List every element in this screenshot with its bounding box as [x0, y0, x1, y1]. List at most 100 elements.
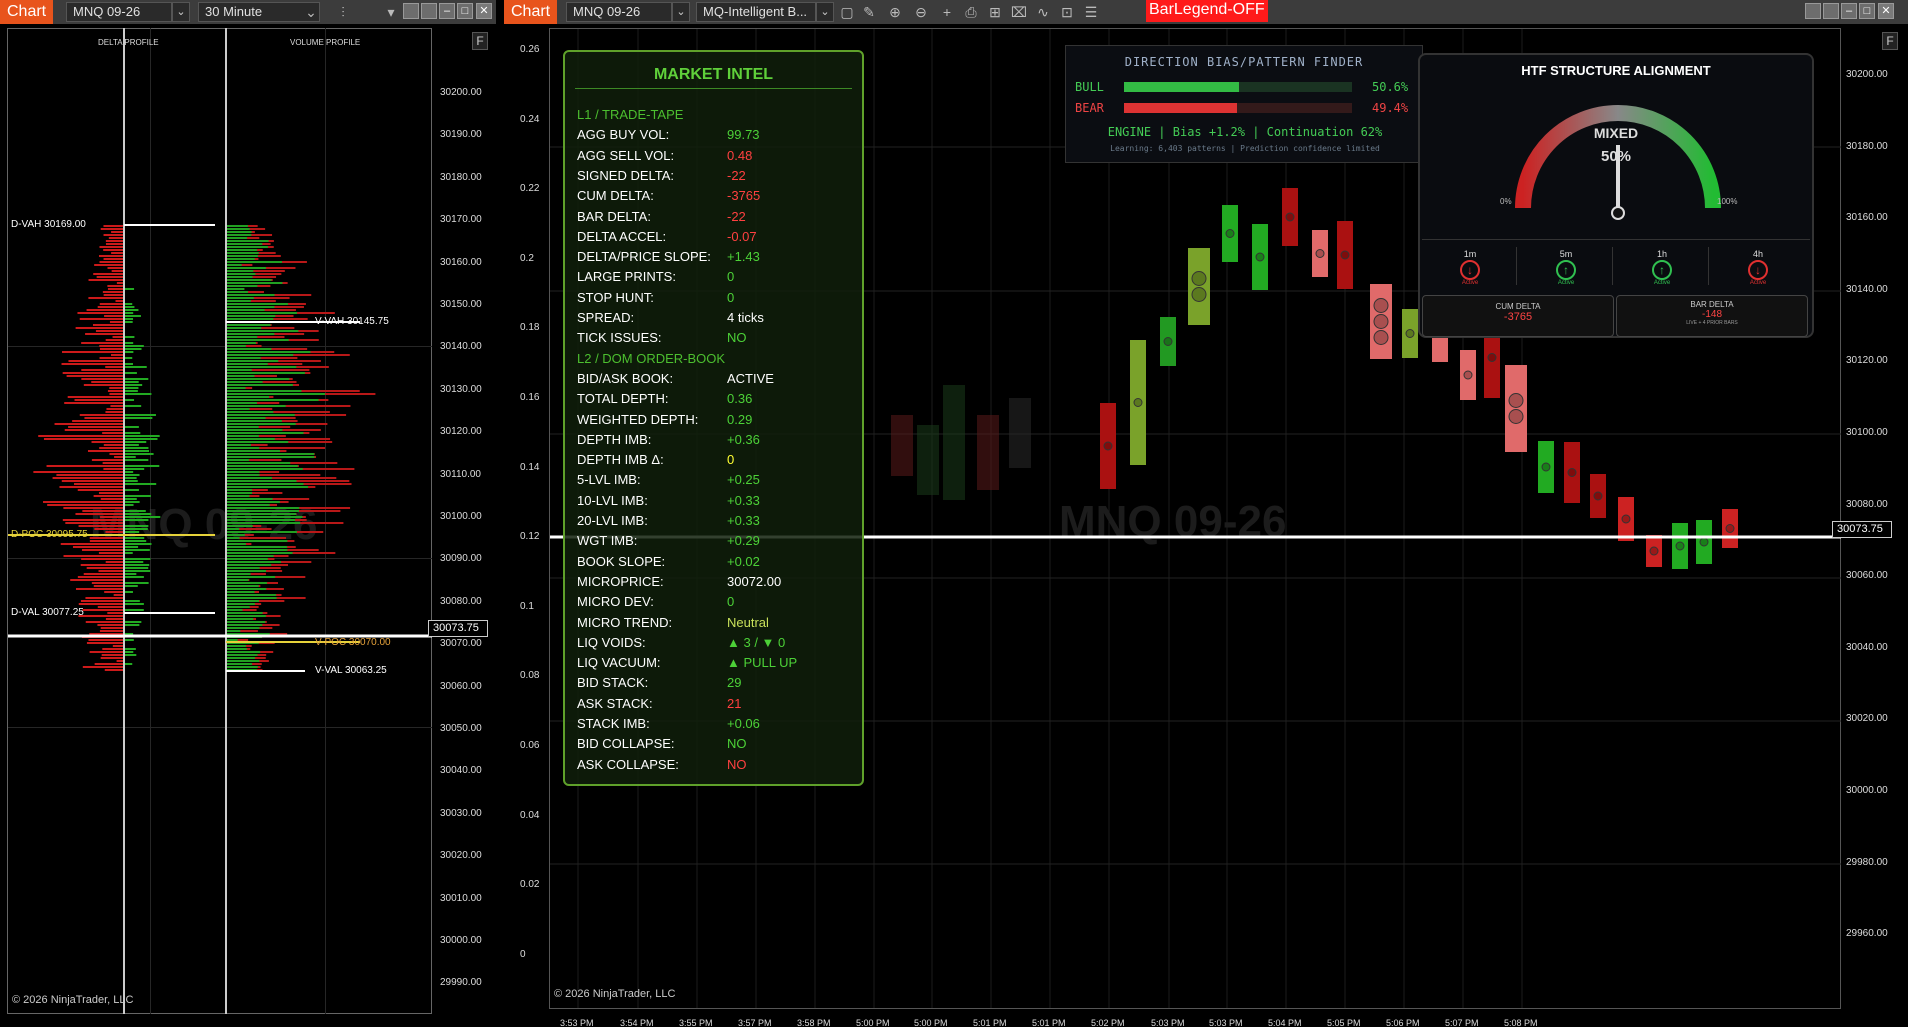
intel-value: Neutral: [727, 614, 769, 630]
delta-bar-neg: [72, 546, 124, 548]
bull-bar-track: [1124, 82, 1352, 92]
delta-bar-neg: [111, 231, 124, 233]
candle-marker: [1649, 546, 1659, 556]
delta-bar-neg: [109, 321, 124, 323]
candle-marker: [1675, 541, 1685, 551]
intel-row: BID COLLAPSE: NO: [577, 736, 747, 751]
intel-value: +1.43: [727, 249, 760, 265]
delta-bar-neg: [68, 360, 124, 362]
volume-bar-buy: [226, 315, 276, 317]
delta-bar-pos: [124, 582, 149, 584]
timeframe-1m: 1m ↓ Active: [1440, 249, 1500, 286]
gauge-value: 50%: [1600, 148, 1632, 165]
volume-bar-buy: [226, 402, 257, 404]
intel-value: 0.48: [727, 147, 753, 163]
volume-bar-buy: [226, 486, 309, 488]
delta-bar-neg: [104, 591, 124, 593]
price-tick: 30120.00: [1846, 355, 1888, 367]
intel-value: +0.25: [727, 472, 760, 488]
time-tick: 3:55 PM: [679, 1018, 713, 1027]
delta-bar-neg: [62, 351, 124, 353]
intel-row: WEIGHTED DEPTH: 0.29: [577, 412, 752, 427]
delta-bar-neg: [100, 516, 124, 518]
volume-bar-buy: [226, 381, 263, 383]
volume-bar-buy: [226, 303, 288, 305]
volume-bar-buy: [226, 426, 259, 428]
delta-bar-pos: [124, 528, 148, 530]
intel-value: +0.33: [727, 513, 760, 528]
v-vah-label: V-VAH 30145.75: [315, 316, 389, 327]
volume-bar-buy: [226, 627, 260, 629]
volume-bar-buy: [226, 225, 248, 227]
value-tick: 0.14: [520, 461, 540, 473]
volume-bar-buy: [226, 498, 273, 500]
delta-bar-neg: [74, 399, 124, 401]
delta-bar-pos: [124, 351, 134, 353]
volume-bar-buy: [226, 576, 276, 578]
delta-bar-pos: [124, 546, 139, 548]
delta-bar-neg: [75, 327, 124, 329]
volume-bar-buy: [226, 489, 253, 491]
delta-bar-pos: [124, 399, 135, 401]
delta-bar-neg: [85, 333, 124, 335]
delta-bar-neg: [112, 336, 124, 338]
intel-value: 4 ticks: [727, 310, 764, 325]
delta-bar-pos: [124, 414, 156, 416]
intel-row: DEPTH IMB: +0.36: [577, 432, 760, 447]
intel-row: 5-LVL IMB: +0.25: [577, 472, 760, 487]
candle-marker: [1163, 337, 1173, 346]
intel-row: TICK ISSUES: NO: [577, 330, 747, 345]
delta-bar-neg: [99, 261, 124, 263]
delta-bar-neg: [70, 579, 124, 581]
timeframe-label: 1h: [1656, 249, 1667, 259]
delta-bar-pos: [124, 570, 151, 572]
price-tick: 30120.00: [440, 426, 482, 438]
volume-bar-buy: [226, 336, 258, 338]
learning-line: Learning: 6,403 patterns | Prediction co…: [1110, 144, 1380, 153]
volume-bar-buy: [226, 231, 252, 233]
volume-bar-buy: [226, 630, 241, 632]
intel-value: 21: [727, 695, 742, 711]
volume-bar-buy: [226, 603, 255, 605]
volume-bar-buy: [226, 240, 269, 242]
delta-bar-neg: [99, 630, 124, 632]
volume-bar-buy: [226, 255, 258, 257]
intel-key: TOTAL DEPTH:: [577, 391, 669, 407]
price-tick: 30170.00: [440, 214, 482, 226]
delta-bar-neg: [94, 663, 124, 665]
delta-bar-neg: [111, 354, 124, 356]
delta-bar-neg: [81, 369, 124, 371]
volume-bar-buy: [226, 468, 303, 470]
delta-bar-pos: [124, 654, 137, 656]
volume-bar-buy: [226, 459, 250, 461]
volume-bar-buy: [226, 528, 240, 530]
volume-bar-buy: [226, 387, 246, 389]
candle: [917, 425, 939, 495]
volume-bar-buy: [226, 567, 260, 569]
bear-bar-fill: [1124, 103, 1237, 113]
delta-bar-neg: [64, 429, 124, 431]
volume-bar-buy: [226, 378, 290, 380]
delta-bar-pos: [124, 639, 134, 641]
price-tick: 30060.00: [1846, 570, 1888, 582]
intel-key: 5-LVL IMB:: [577, 472, 641, 488]
delta-bar-neg: [82, 666, 124, 668]
delta-bar-neg: [63, 555, 124, 557]
delta-bar-pos: [124, 576, 144, 578]
volume-bar-buy: [226, 285, 258, 287]
delta-bar-neg: [91, 441, 124, 443]
delta-bar-neg: [102, 462, 124, 464]
delta-bar-pos: [124, 447, 149, 449]
delta-bar-neg: [97, 306, 124, 308]
volume-bar-buy: [226, 660, 260, 662]
price-tick: 30080.00: [440, 595, 482, 607]
delta-bar-pos: [124, 288, 135, 290]
value-tick: 0.2: [520, 252, 534, 264]
volume-bar-buy: [226, 414, 295, 416]
delta-bar-neg: [33, 471, 124, 473]
delta-bar-pos: [124, 471, 134, 473]
htf-panel: HTF STRUCTURE ALIGNMENT MIXED 50% 0% 100…: [1418, 53, 1814, 338]
volume-bar-buy: [226, 597, 277, 599]
volume-bar-buy: [226, 267, 266, 269]
delta-bar-pos: [124, 519, 149, 521]
